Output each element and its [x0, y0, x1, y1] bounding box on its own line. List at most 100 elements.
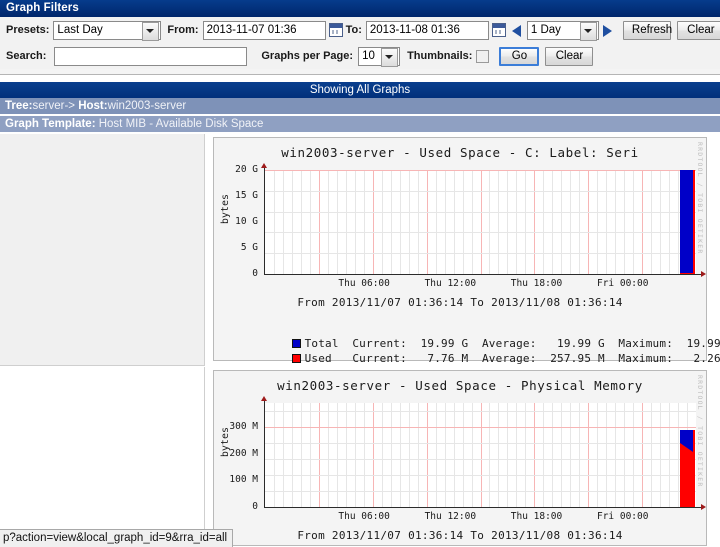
gridline-minor-v: [355, 170, 356, 274]
to-date-input[interactable]: [366, 21, 489, 40]
gridline-minor-v: [283, 170, 284, 274]
y-tick-label: 300 M: [214, 421, 258, 432]
bar-used-slope: [680, 443, 693, 452]
gridline-major-v: [642, 170, 643, 274]
graph-filters-controls: Presets: Last Day From: To: 1 Day: [0, 17, 720, 69]
x-tick-label: Thu 18:00: [492, 511, 582, 522]
gridline-minor-v: [292, 170, 293, 274]
y-tick-label: 5 G: [214, 242, 258, 253]
timespan-select[interactable]: 1 Day: [527, 21, 599, 40]
browser-status-bar: p?action=view&local_graph_id=9&rra_id=al…: [0, 529, 233, 547]
rrdtool-watermark-2: RRDTOOL / TOBI OETIKER: [696, 375, 704, 488]
breadcrumb-graph-template[interactable]: Graph Template: Host MIB - Available Dis…: [0, 116, 720, 133]
thumbnails-label: Thumbnails:: [407, 50, 472, 62]
graphs-per-page-select-wrap[interactable]: 10: [358, 47, 400, 66]
x-tick-label: Thu 06:00: [319, 511, 409, 522]
y-tick-label: 100 M: [214, 474, 258, 485]
gridline-minor-v: [418, 170, 419, 274]
shift-left-arrow-icon[interactable]: [512, 23, 524, 37]
bar-total: [680, 170, 693, 274]
graph-timespan-2: From 2013/11/07 01:36:14 To 2013/11/08 0…: [214, 529, 706, 542]
graph-card-physical-memory[interactable]: win2003-server - Used Space - Physical M…: [213, 370, 707, 546]
breadcrumb-tree-host[interactable]: Tree:server-> Host:win2003-server: [0, 98, 720, 115]
gridline-major-v: [534, 170, 535, 274]
gridline-minor-v: [301, 170, 302, 274]
gridline-minor-v: [454, 170, 455, 274]
gridline-minor-h: [265, 475, 696, 476]
gridline-minor-v: [606, 170, 607, 274]
search-label: Search:: [6, 50, 46, 62]
gridline-minor-v: [382, 170, 383, 274]
graph-card-disk-space[interactable]: win2003-server - Used Space - C: Label: …: [213, 137, 707, 361]
x-tick-label: Fri 00:00: [578, 278, 668, 289]
refresh-button[interactable]: Refresh: [623, 21, 671, 40]
gridline-minor-h: [265, 253, 696, 254]
gridline-minor-v: [328, 170, 329, 274]
cacti-graph-view-page: Graph Filters Presets: Last Day From: To…: [0, 0, 720, 547]
from-label: From:: [167, 24, 198, 36]
y-tick-label: 0: [214, 268, 258, 279]
x-axis-line-2: [264, 507, 701, 508]
x-axis-arrow-2: [701, 504, 706, 510]
graph-template-key: Graph Template:: [5, 118, 96, 130]
gridline-minor-v: [651, 170, 652, 274]
bar-used: [680, 452, 693, 507]
go-button[interactable]: Go: [499, 47, 539, 66]
breadcrumb-host-key: Host:: [78, 100, 107, 112]
graphs-per-page-select[interactable]: 10: [358, 47, 400, 66]
x-tick-label: Thu 12:00: [405, 511, 495, 522]
legend-text-used-1: Used Current: 7.76 M Average: 257.95 M M…: [305, 352, 720, 365]
y-axis-arrow-2: [261, 396, 267, 401]
x-tick-label: Thu 06:00: [319, 278, 409, 289]
gridline-minor-v: [597, 170, 598, 274]
y-tick-label: 20 G: [214, 164, 258, 175]
gridline-minor-v: [543, 170, 544, 274]
plot-area-2: [265, 403, 696, 507]
gridline-major-v: [373, 170, 374, 274]
y-axis-line-1: [264, 167, 265, 275]
breadcrumb-tree-key: Tree:: [5, 100, 33, 112]
gridline-minor-v: [409, 170, 410, 274]
shift-right-arrow-icon[interactable]: [602, 23, 614, 37]
from-date-input[interactable]: [203, 21, 326, 40]
gridline-major-v: [319, 170, 320, 274]
gridline-minor-v: [669, 170, 670, 274]
presets-select[interactable]: Last Day: [53, 21, 161, 40]
clear-button-search[interactable]: Clear: [545, 47, 593, 66]
timespan-select-wrap[interactable]: 1 Day: [527, 21, 599, 40]
gridline-major-v: [427, 170, 428, 274]
x-tick-label: Thu 18:00: [492, 278, 582, 289]
gridline-minor-v: [346, 170, 347, 274]
gridline-minor-v: [615, 170, 616, 274]
presets-label: Presets:: [6, 24, 49, 36]
y-tick-label: 0: [214, 501, 258, 512]
clear-button-dates[interactable]: Clear: [677, 21, 720, 40]
gridline-minor-v: [570, 170, 571, 274]
calendar-icon-to[interactable]: [492, 23, 506, 37]
gridline-minor-v: [660, 170, 661, 274]
graph-filters-title: Graph Filters: [0, 0, 720, 17]
thumbnails-checkbox[interactable]: [476, 50, 489, 63]
y-tick-label: 15 G: [214, 190, 258, 201]
gridline-minor-h: [265, 491, 696, 492]
gridline-minor-h: [265, 232, 696, 233]
graph-template-value: Host MIB - Available Disk Space: [99, 118, 264, 130]
gridline-major-v: [481, 170, 482, 274]
graphs-content-area: win2003-server - Used Space - C: Label: …: [0, 134, 720, 547]
y-tick-label: 10 G: [214, 216, 258, 227]
gridline-minor-v: [516, 170, 517, 274]
search-input[interactable]: [54, 47, 247, 66]
gridline-minor-v: [364, 170, 365, 274]
presets-select-wrap[interactable]: Last Day: [53, 21, 161, 40]
gridline-minor-v: [525, 170, 526, 274]
gridline-minor-v: [633, 170, 634, 274]
gridline-minor-v: [337, 170, 338, 274]
bar-used-edge: [693, 430, 695, 507]
graph-filters-panel: Graph Filters Presets: Last Day From: To…: [0, 0, 720, 75]
gridline-minor-v: [472, 170, 473, 274]
gridline-minor-v: [498, 170, 499, 274]
gridline-minor-v: [445, 170, 446, 274]
gridline-minor-h: [265, 411, 696, 412]
graph-title-1: win2003-server - Used Space - C: Label: …: [214, 145, 706, 160]
calendar-icon-from[interactable]: [329, 23, 343, 37]
